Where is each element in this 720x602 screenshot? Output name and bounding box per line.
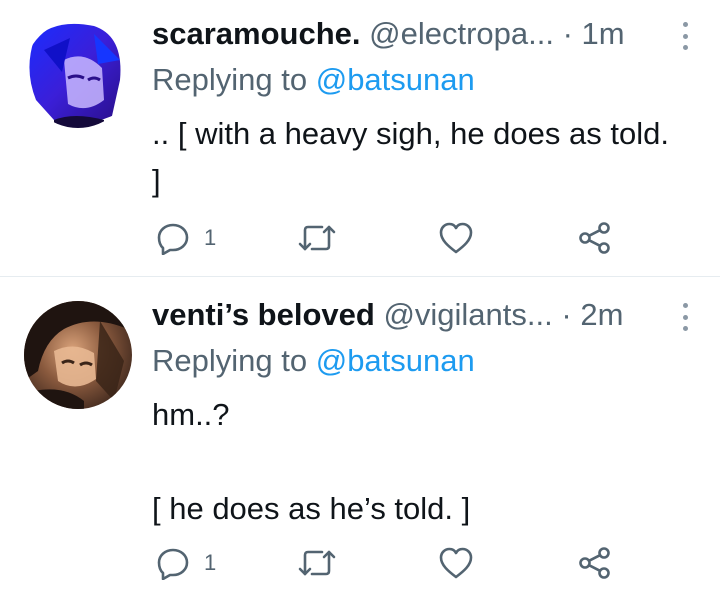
vertical-dots-icon[interactable] — [680, 22, 690, 50]
reply-button[interactable]: 1 — [156, 541, 216, 585]
mention-link[interactable]: @batsunan — [316, 62, 475, 97]
like-button[interactable] — [438, 216, 474, 260]
reply-count: 1 — [204, 550, 217, 575]
display-name[interactable]: scaramouche. — [152, 16, 361, 51]
vertical-dots-icon[interactable] — [680, 303, 690, 331]
user-handle[interactable]: @vigilants... — [383, 297, 552, 332]
share-icon — [579, 222, 610, 254]
action-bar: 1 — [0, 541, 720, 585]
reply-count: 1 — [204, 225, 217, 250]
tweet-body: hm..? [ he does as he’s told. ] — [152, 391, 672, 532]
timestamp[interactable]: 2m — [580, 297, 623, 332]
speech-bubble-icon — [157, 223, 189, 255]
avatar[interactable] — [24, 301, 132, 409]
replying-to-line: Replying to @batsunan — [152, 341, 475, 381]
retweet-button[interactable] — [298, 216, 336, 260]
share-button[interactable] — [578, 541, 612, 585]
display-name[interactable]: venti’s beloved — [152, 297, 375, 332]
share-icon — [579, 547, 610, 579]
heart-icon — [439, 222, 473, 254]
timestamp[interactable]: 1m — [582, 16, 625, 51]
separator-dot: · — [562, 16, 573, 51]
retweet-icon — [298, 225, 336, 251]
mention-link[interactable]: @batsunan — [316, 343, 475, 378]
tweet-text: [ he does as he’s told. ] — [152, 491, 471, 526]
tweet-header: venti’s beloved @vigilants... · 2m — [152, 295, 660, 335]
tweet-text: hm..? — [152, 397, 230, 432]
share-button[interactable] — [578, 216, 612, 260]
tweet-header: scaramouche. @electropa... · 1m — [152, 14, 660, 54]
speech-bubble-icon — [157, 548, 189, 580]
tweet[interactable]: venti’s beloved @vigilants... · 2m Reply… — [0, 277, 720, 602]
avatar[interactable] — [24, 20, 132, 128]
action-bar: 1 — [0, 216, 720, 260]
retweet-icon — [298, 550, 336, 576]
tweet-body: .. [ with a heavy sigh, he does as told.… — [152, 110, 672, 204]
retweet-button[interactable] — [298, 541, 336, 585]
heart-icon — [439, 547, 473, 579]
replying-prefix: Replying to — [152, 62, 308, 97]
tweet[interactable]: scaramouche. @electropa... · 1m Replying… — [0, 0, 720, 276]
separator-dot: · — [561, 297, 572, 332]
replying-to-line: Replying to @batsunan — [152, 60, 475, 100]
user-handle[interactable]: @electropa... — [369, 16, 554, 51]
replying-prefix: Replying to — [152, 343, 308, 378]
tweet-text: .. [ with a heavy sigh, he does as told.… — [152, 116, 669, 198]
like-button[interactable] — [438, 541, 474, 585]
reply-button[interactable]: 1 — [156, 216, 216, 260]
